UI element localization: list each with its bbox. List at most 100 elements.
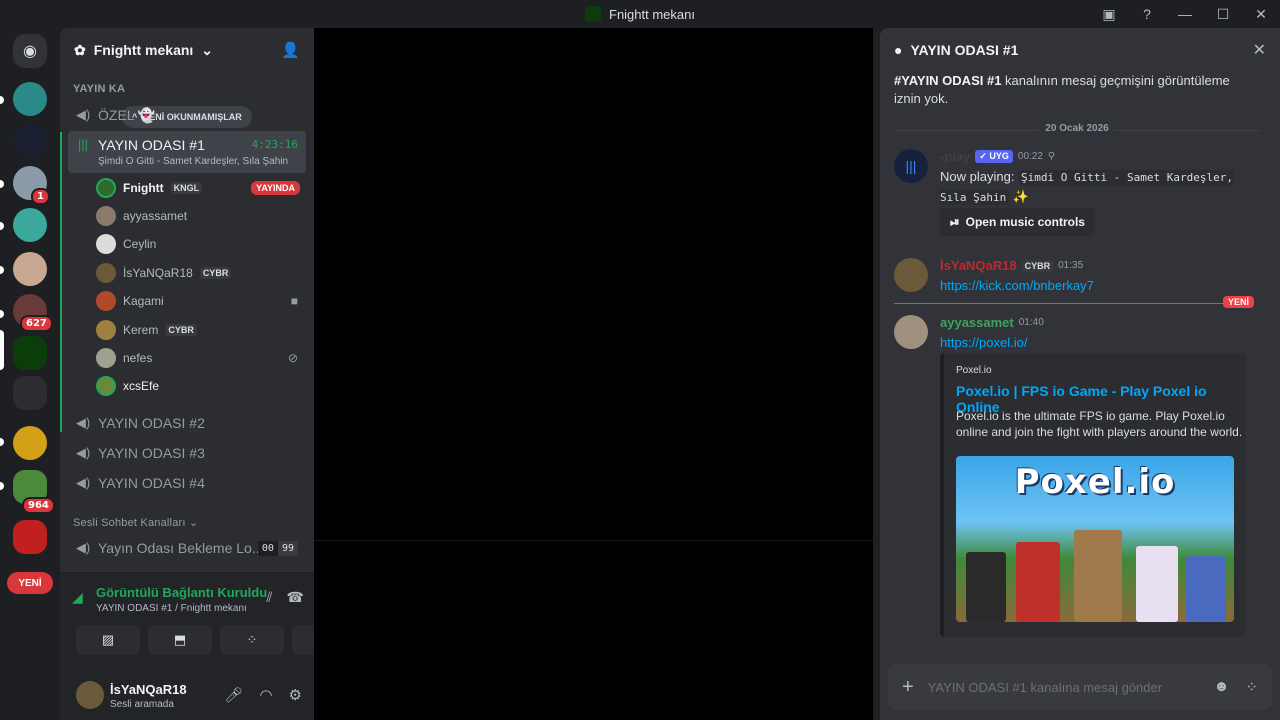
member-name: nefes bbox=[123, 351, 153, 365]
selected-pill bbox=[0, 330, 4, 370]
member-name: Kagami bbox=[123, 294, 164, 308]
headphones-icon[interactable]: ◠ bbox=[259, 686, 272, 704]
voice-member[interactable]: İsYaNQaR18 CYBR bbox=[96, 260, 306, 286]
live-voice-icon: ||| bbox=[77, 137, 89, 152]
author-name[interactable]: İsYaNQaR18 bbox=[940, 258, 1017, 273]
open-music-controls-button[interactable]: ⏯ Open music controls bbox=[940, 208, 1095, 236]
channel-yayin-odasi-4[interactable]: ◀) YAYIN ODASI #4 bbox=[68, 468, 306, 498]
server-icon[interactable] bbox=[13, 426, 47, 460]
activities-button[interactable]: ⁘ bbox=[220, 625, 284, 655]
category-header[interactable]: YAYIN KA bbox=[73, 83, 125, 95]
add-attachment-icon[interactable]: + bbox=[902, 676, 914, 699]
server-folder-icon[interactable] bbox=[13, 520, 47, 554]
invite-people-icon[interactable]: 👤 bbox=[281, 41, 300, 59]
screen-share-button[interactable]: ⬒ bbox=[148, 625, 212, 655]
voice-member[interactable]: Fnightt KNGL YAYINDA bbox=[96, 175, 306, 201]
embed-image[interactable]: Poxel.io bbox=[956, 456, 1234, 622]
avatar[interactable] bbox=[894, 315, 928, 349]
channel-sidebar: ✿ Fnightt mekanı ⌄ 👤 YAYIN KA ^ YENİ OKU… bbox=[60, 28, 356, 720]
server-icon[interactable] bbox=[13, 252, 47, 286]
author-name[interactable]: ayyassamet bbox=[940, 315, 1014, 330]
author-name[interactable]: -play bbox=[940, 149, 970, 164]
user-name[interactable]: İsYaNQaR18 bbox=[110, 682, 187, 697]
unread-pill bbox=[0, 180, 4, 188]
minimize-button[interactable]: — bbox=[1166, 0, 1204, 28]
message-link[interactable]: https://poxel.io/ bbox=[940, 335, 1027, 350]
sparkles-emoji: ✨ bbox=[1012, 189, 1030, 204]
voice-member[interactable]: nefes ⊘ bbox=[96, 345, 306, 371]
role-tag: KNGL bbox=[170, 182, 203, 194]
voice-status-title[interactable]: Görüntülü Bağlantı Kuruldu bbox=[96, 585, 267, 600]
server-icon[interactable] bbox=[13, 124, 47, 158]
apps-icon[interactable]: ⁘ bbox=[1245, 678, 1258, 696]
inbox-icon[interactable]: ▣ bbox=[1090, 0, 1128, 28]
message: ayyassamet 01:40 https://poxel.io/ bbox=[894, 315, 1260, 355]
server-folder-icon[interactable] bbox=[13, 376, 47, 410]
voice-member[interactable]: Kerem CYBR bbox=[96, 317, 306, 343]
server-icon[interactable] bbox=[13, 208, 47, 242]
close-icon[interactable]: ✕ bbox=[1253, 40, 1266, 60]
user-panel: İsYaNQaR18 Sesli aramada 🎤︎ ◠ ⚙ bbox=[60, 676, 314, 720]
date-label: 20 Ocak 2026 bbox=[1039, 123, 1115, 134]
divider bbox=[314, 540, 873, 541]
camera-toggle-button[interactable]: ▨ bbox=[76, 625, 140, 655]
thread-icon: ● bbox=[894, 42, 903, 58]
speaker-icon: ◀) bbox=[75, 445, 91, 460]
new-label: YENİ bbox=[1222, 296, 1254, 308]
window-title-text: Fnightt mekanı bbox=[609, 6, 695, 22]
speaker-icon: ◀) bbox=[75, 107, 91, 122]
unread-pill bbox=[0, 438, 4, 446]
stream-stage[interactable] bbox=[314, 28, 873, 720]
gear-icon[interactable]: ⚙ bbox=[289, 686, 302, 704]
link-embed: Poxel.io Poxel.io | FPS io Game - Play P… bbox=[940, 353, 1246, 637]
controls-icon: ⏯ bbox=[950, 214, 960, 229]
embed-image-logo: Poxel.io bbox=[1014, 462, 1176, 502]
avatar[interactable] bbox=[76, 681, 104, 709]
server-icon-selected[interactable] bbox=[13, 336, 47, 370]
channel-yayin-odasi-3[interactable]: ◀) YAYIN ODASI #3 bbox=[68, 438, 306, 468]
voice-member[interactable]: Kagami ■ bbox=[96, 288, 306, 314]
new-unreads-pill[interactable]: YENİ bbox=[7, 572, 53, 594]
speaker-icon: ◀) bbox=[75, 540, 91, 555]
guild-header[interactable]: ✿ Fnightt mekanı ⌄ 👤 bbox=[60, 28, 314, 72]
channel-yayin-odasi-1[interactable]: ||| YAYIN ODASI #1 4:23:16 Şimdi O Gitti… bbox=[68, 131, 306, 173]
chat-header: ● YAYIN ODASI #1 ✕ bbox=[880, 28, 1280, 72]
microphone-icon[interactable]: 🎤︎ bbox=[224, 686, 243, 704]
guild-name: Fnightt mekanı bbox=[93, 42, 194, 58]
voice-member[interactable]: Ceylin bbox=[96, 231, 306, 257]
message-body: Now playing: Şimdi O Gitti - Samet Karde… bbox=[940, 167, 1260, 207]
mention-badge: 964 bbox=[22, 497, 55, 514]
channel-waiting-lobby[interactable]: ◀) Yayın Odası Bekleme Lo... 00 99 bbox=[68, 533, 306, 563]
maximize-button[interactable]: ☐ bbox=[1204, 0, 1242, 28]
character-figure bbox=[1074, 530, 1122, 622]
discord-home-icon[interactable]: ◉ bbox=[13, 34, 47, 68]
signal-icon: ◢ bbox=[72, 589, 83, 605]
mic-muted-icon: ⊘ bbox=[287, 351, 298, 365]
avatar bbox=[96, 206, 116, 226]
message-link[interactable]: https://kick.com/bnberkay7 bbox=[940, 278, 1094, 293]
voice-member[interactable]: ayyassamet bbox=[96, 203, 306, 229]
channel-yayin-odasi-2[interactable]: ◀) YAYIN ODASI #2 bbox=[68, 408, 306, 438]
unread-pill bbox=[0, 310, 4, 318]
avatar[interactable] bbox=[894, 258, 928, 292]
disconnect-icon[interactable]: ☎ bbox=[287, 589, 304, 606]
avatar bbox=[96, 234, 116, 254]
user-limit-count: 99 bbox=[277, 540, 298, 556]
help-icon[interactable]: ? bbox=[1128, 0, 1166, 28]
activities-icon: ⁘ bbox=[246, 632, 258, 647]
channel-name: YAYIN ODASI #2 bbox=[98, 415, 205, 431]
date-divider: 20 Ocak 2026 bbox=[894, 123, 1260, 134]
voice-member[interactable]: xcsEfe bbox=[96, 373, 306, 399]
category-voice-header[interactable]: Sesli Sohbet Kanalları ⌄ bbox=[73, 516, 198, 529]
channel-ozel[interactable]: ◀) ÖZEL 👻 bbox=[68, 100, 306, 130]
server-icon[interactable] bbox=[13, 82, 47, 116]
emoji-icon[interactable]: ☻ bbox=[1214, 678, 1230, 696]
chevron-down-icon: ⌄ bbox=[201, 41, 214, 58]
bot-avatar[interactable]: ||| bbox=[894, 149, 928, 183]
avatar bbox=[96, 320, 116, 340]
character-figure bbox=[966, 552, 1006, 622]
message-input[interactable]: YAYIN ODASI #1 kanalına mesaj gönder bbox=[928, 680, 1162, 695]
noise-suppression-icon[interactable]: ⫽ bbox=[266, 589, 272, 606]
close-window-button[interactable]: ✕ bbox=[1242, 0, 1280, 28]
channel-name: ÖZEL 👻 bbox=[98, 106, 156, 123]
